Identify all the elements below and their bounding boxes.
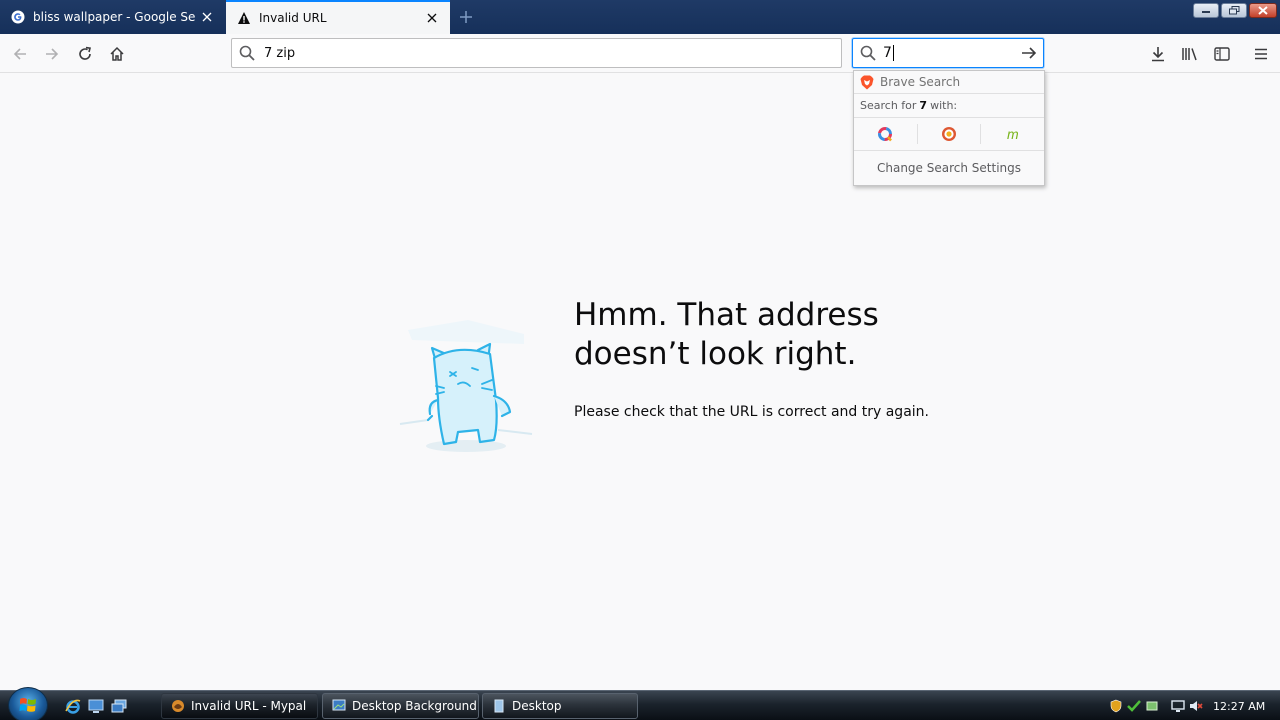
search-input[interactable]: 7 <box>883 45 1015 61</box>
show-desktop-icon <box>88 699 104 713</box>
new-tab-button[interactable] <box>454 5 478 29</box>
engine-duckduckgo-button[interactable] <box>918 124 982 144</box>
system-tray: 12:27 AM <box>1105 691 1280 720</box>
warning-icon <box>236 10 252 26</box>
back-button[interactable] <box>6 40 34 68</box>
taskbar-button-desktop[interactable]: Desktop <box>482 693 638 719</box>
search-engine-list: m <box>854 118 1044 151</box>
switch-windows-icon <box>111 699 127 713</box>
switch-windows-launcher[interactable] <box>110 697 128 715</box>
search-input-value: 7 <box>883 45 892 61</box>
downloads-button[interactable] <box>1144 40 1172 68</box>
error-description: Please check that the URL is correct and… <box>574 404 929 420</box>
tab-bar: bliss wallpaper - Google Search Invalid … <box>0 0 1280 34</box>
tab-title: Invalid URL <box>259 11 327 25</box>
search-go-button[interactable] <box>1015 39 1043 67</box>
home-button[interactable] <box>103 40 131 68</box>
restore-icon <box>1228 6 1239 15</box>
url-bar[interactable]: 7 zip <box>231 38 842 68</box>
back-arrow-icon <box>13 48 26 60</box>
taskbar-button-label: Desktop Background <box>352 699 477 713</box>
confused-cat-illustration <box>398 318 534 458</box>
reload-icon <box>79 46 91 60</box>
forward-button[interactable] <box>38 40 66 68</box>
search-bar[interactable]: 7 <box>852 38 1044 68</box>
google-icon <box>10 9 26 25</box>
sidebar-button[interactable] <box>1208 40 1236 68</box>
reload-button[interactable] <box>71 40 99 68</box>
sidebar-icon <box>1214 47 1230 61</box>
windows-logo-icon <box>19 698 36 712</box>
tab-title: bliss wallpaper - Google Search <box>33 10 195 24</box>
search-suggestions-popup: Brave Search Search for 7 with: m Change S… <box>853 70 1045 186</box>
home-icon <box>110 46 124 61</box>
qwant-icon <box>878 127 893 142</box>
brave-lion-icon <box>860 75 874 89</box>
display-icon[interactable] <box>1171 699 1185 713</box>
search-icon <box>239 45 255 61</box>
desktop-background-icon <box>331 698 347 714</box>
window-controls <box>1193 3 1277 18</box>
minimize-icon <box>1202 10 1210 13</box>
search-for-suffix: with: <box>930 99 958 112</box>
tab-invalid-url[interactable]: Invalid URL <box>226 0 450 34</box>
tab-google-search[interactable]: bliss wallpaper - Google Search <box>0 0 225 34</box>
download-icon <box>1152 47 1164 62</box>
engine-qwant-button[interactable] <box>854 124 918 144</box>
mypal-icon <box>170 698 186 714</box>
error-title: Hmm. That address doesn’t look right. <box>574 297 879 372</box>
library-icon <box>1182 48 1197 61</box>
security-shield-icon[interactable] <box>1109 699 1123 713</box>
duckduckgo-icon <box>942 127 956 141</box>
current-search-engine[interactable]: Brave Search <box>854 71 1044 94</box>
search-for-query: 7 <box>919 99 928 112</box>
svg-text:m: m <box>1007 126 1019 142</box>
navigation-toolbar: 7 zip 7 <box>0 34 1280 73</box>
windows-taskbar: Invalid URL - Mypal Desktop Background D… <box>0 687 1280 720</box>
library-button[interactable] <box>1176 40 1204 68</box>
url-input-value[interactable]: 7 zip <box>264 46 295 61</box>
search-for-prefix: Search for <box>860 99 917 112</box>
text-caret <box>892 45 894 61</box>
volume-muted-icon[interactable] <box>1189 699 1203 713</box>
restore-button[interactable] <box>1221 3 1247 18</box>
plus-icon <box>460 11 472 23</box>
search-engine-name: Brave Search <box>880 75 961 89</box>
internet-explorer-launcher[interactable] <box>64 697 82 715</box>
taskbar-button-label: Invalid URL - Mypal <box>191 699 307 713</box>
checkmark-shield-icon[interactable] <box>1127 699 1141 713</box>
start-button[interactable] <box>8 687 48 720</box>
taskbar-button-desktop-background[interactable]: Desktop Background <box>322 693 479 719</box>
go-arrow-icon <box>1022 47 1037 59</box>
forward-arrow-icon <box>46 48 59 60</box>
minimize-button[interactable] <box>1193 3 1219 18</box>
taskbar-button-mypal[interactable]: Invalid URL - Mypal <box>161 693 318 719</box>
search-icon <box>860 45 876 61</box>
system-clock[interactable]: 12:27 AM <box>1213 700 1265 713</box>
close-tab-icon[interactable] <box>195 5 219 29</box>
search-for-label: Search for 7 with: <box>854 94 1044 118</box>
engine-mojeek-button[interactable]: m <box>981 124 1044 144</box>
internet-explorer-icon <box>65 699 81 714</box>
mojeek-icon: m <box>1007 126 1019 142</box>
close-tab-icon[interactable] <box>420 6 444 30</box>
taskbar-button-label: Desktop <box>512 699 562 713</box>
close-window-button[interactable] <box>1249 3 1277 18</box>
show-desktop-launcher[interactable] <box>87 697 105 715</box>
menu-button[interactable] <box>1247 40 1275 68</box>
network-icon[interactable] <box>1145 699 1159 713</box>
change-search-settings-button[interactable]: Change Search Settings <box>854 151 1044 184</box>
hamburger-menu-icon <box>1255 48 1267 60</box>
folder-icon <box>491 698 507 714</box>
close-icon <box>1258 6 1268 15</box>
